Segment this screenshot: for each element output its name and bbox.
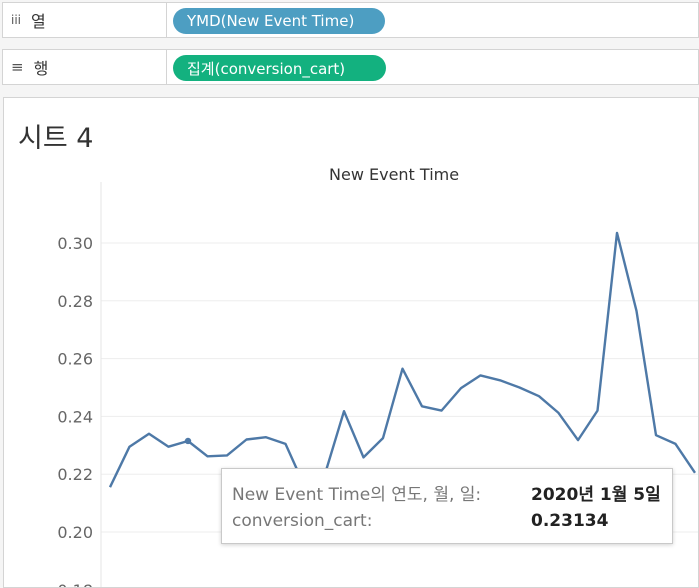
y-tick-label-3: 0.24 xyxy=(57,407,93,426)
columns-shelf-label: iii 열 xyxy=(3,3,167,37)
y-tick-label-1: 0.20 xyxy=(57,523,93,542)
rows-icon: ≡ xyxy=(11,58,24,76)
tooltip-row-date: New Event Time의 연도, 월, 일: 2020년 1월 5일 xyxy=(232,480,661,505)
columns-pill-ymd-new-event-time[interactable]: YMD(New Event Time) xyxy=(173,8,385,34)
rows-label: 행 xyxy=(33,59,49,78)
rows-shelf: ≡ 행 집계(conversion_cart) xyxy=(2,49,699,85)
rows-shelf-label: ≡ 행 xyxy=(3,50,167,84)
rows-pill-conversion-cart[interactable]: 집계(conversion_cart) xyxy=(173,55,386,81)
tooltip-date-value: 2020년 1월 5일 xyxy=(531,485,661,505)
tooltip-measure-value: 0.23134 xyxy=(531,511,609,531)
columns-label: 열 xyxy=(31,12,46,31)
chart-title: New Event Time xyxy=(329,165,460,184)
data-point-highlighted[interactable] xyxy=(184,437,192,445)
tooltip-date-label: New Event Time의 연도, 월, 일: xyxy=(232,485,482,505)
y-tick-label-6: 0.30 xyxy=(57,234,93,253)
tooltip-row-value: conversion_cart: 0.23134 xyxy=(232,511,608,531)
y-tick-label-0: 0.18 xyxy=(57,581,93,588)
columns-shelf: iii 열 YMD(New Event Time) xyxy=(2,2,699,38)
y-tick-label-4: 0.26 xyxy=(57,350,93,369)
tooltip-measure-label: conversion_cart: xyxy=(232,511,373,531)
tooltip: New Event Time의 연도, 월, 일: 2020년 1월 5일 co… xyxy=(221,468,673,544)
series-line[interactable] xyxy=(108,231,696,489)
y-tick-label-2: 0.22 xyxy=(57,465,93,484)
y-tick-label-5: 0.28 xyxy=(57,292,93,311)
columns-icon: iii xyxy=(11,13,22,27)
